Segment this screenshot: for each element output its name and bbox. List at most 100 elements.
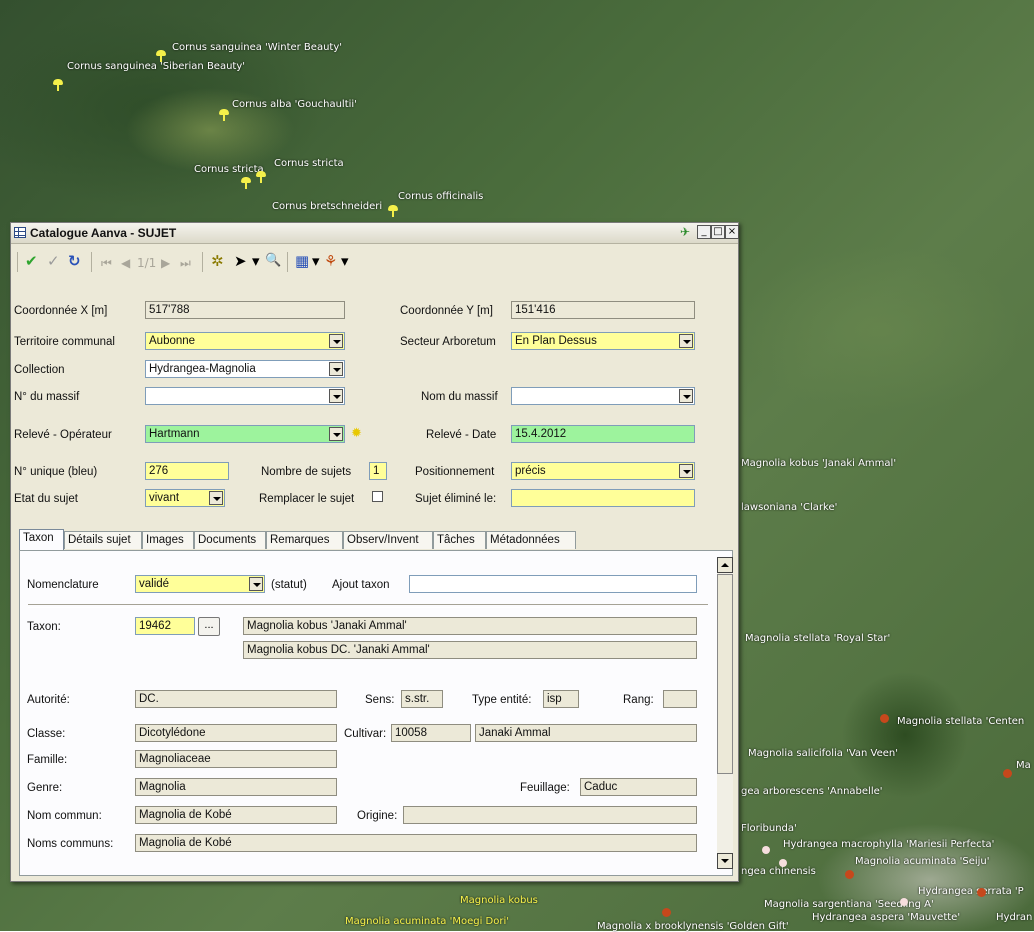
map-label[interactable]: Magnolia kobus 'Janaki Ammal'	[741, 458, 896, 469]
shrub-marker-icon[interactable]	[779, 859, 787, 867]
operateur-select[interactable]: Hartmann	[145, 425, 345, 443]
elimine-input[interactable]	[511, 489, 695, 507]
tab-taches[interactable]: Tâches	[433, 531, 486, 549]
map-label[interactable]: Magnolia stellata 'Centen	[897, 716, 1024, 727]
elimine-label: Sujet éliminé le:	[415, 493, 497, 505]
refresh-icon[interactable]: ↻	[68, 252, 81, 270]
next-record-icon[interactable]: ▶	[161, 254, 170, 272]
map-label[interactable]: Magnolia stellata 'Royal Star'	[745, 633, 890, 644]
tree-marker-icon[interactable]	[977, 888, 986, 897]
map-label[interactable]: lawsoniana 'Clarke'	[741, 502, 837, 513]
close-button[interactable]: ×	[725, 225, 739, 239]
remplacer-checkbox[interactable]	[372, 491, 383, 502]
tab-observ-invent[interactable]: Observ/Invent	[343, 531, 433, 549]
map-label[interactable]: Cornus bretschneideri	[272, 201, 382, 212]
print-icon[interactable]: ⚘	[324, 252, 337, 270]
massif-name-select[interactable]	[511, 387, 695, 405]
tab-documents[interactable]: Documents	[194, 531, 266, 549]
scroll-thumb[interactable]	[717, 574, 733, 774]
tab-images[interactable]: Images	[142, 531, 194, 549]
highlight-icon[interactable]: ✲	[211, 252, 224, 270]
nomenclature-select[interactable]: validé	[135, 575, 265, 593]
tree-marker-icon[interactable]	[156, 50, 166, 62]
map-label[interactable]: Magnolia acuminata 'Moegi Dori'	[345, 916, 509, 927]
map-label[interactable]: Cornus alba 'Gouchaultii'	[232, 99, 357, 110]
vertical-scrollbar[interactable]	[717, 557, 733, 869]
scroll-up-button[interactable]	[717, 557, 733, 573]
tab-metadonnees[interactable]: Métadonnées	[486, 531, 576, 549]
maximize-button[interactable]: □	[711, 225, 725, 239]
chevron-down-icon[interactable]	[679, 464, 693, 478]
chevron-down-icon[interactable]	[679, 334, 693, 348]
massif-number-select[interactable]	[145, 387, 345, 405]
map-label[interactable]: Magnolia acuminata 'Seiju'	[855, 856, 990, 867]
map-label[interactable]: Hydrangea macrophylla 'Mariesii Perfecta…	[783, 839, 994, 850]
chevron-down-icon[interactable]	[329, 362, 343, 376]
unique-number-input[interactable]: 276	[145, 462, 229, 480]
chevron-down-icon[interactable]	[249, 577, 263, 591]
map-label[interactable]: gea arborescens 'Annabelle'	[741, 786, 883, 797]
map-label[interactable]: Magnolia sargentiana 'Seedling A'	[764, 899, 934, 910]
tree-marker-icon[interactable]	[880, 714, 889, 723]
ajout-taxon-input[interactable]	[409, 575, 697, 593]
previous-record-icon[interactable]: ◀	[121, 254, 130, 272]
chevron-down-icon[interactable]	[329, 389, 343, 403]
chevron-down-icon[interactable]	[329, 334, 343, 348]
tab-details-sujet[interactable]: Détails sujet	[64, 531, 142, 549]
map-label[interactable]: Cornus stricta	[274, 158, 344, 169]
tree-marker-icon[interactable]	[53, 79, 63, 91]
tree-marker-icon[interactable]	[662, 908, 671, 917]
tree-marker-icon[interactable]	[845, 870, 854, 879]
tree-marker-icon[interactable]	[219, 109, 229, 121]
last-record-icon[interactable]: ⏭	[180, 254, 191, 272]
map-label[interactable]: Hydrangea serrata 'P	[918, 886, 1024, 897]
tab-remarques[interactable]: Remarques	[266, 531, 343, 549]
pointer-icon[interactable]: ➤	[234, 252, 247, 270]
chevron-down-icon[interactable]	[329, 427, 343, 441]
save-icon[interactable]: ✔	[25, 252, 38, 270]
map-label[interactable]: Hydrangea aspera 'Mauvette'	[812, 912, 960, 923]
first-record-icon[interactable]: ⏮	[101, 254, 112, 272]
pin-icon[interactable]: ✈	[680, 225, 690, 239]
tree-marker-icon[interactable]	[241, 177, 251, 189]
shrub-marker-icon[interactable]	[900, 898, 908, 906]
map-label[interactable]: Magnolia kobus	[460, 895, 538, 906]
origine-field	[403, 806, 697, 824]
chevron-down-icon[interactable]	[679, 389, 693, 403]
layout-icon[interactable]: ▦	[295, 252, 309, 270]
map-label[interactable]: Hydran	[996, 912, 1032, 923]
map-label[interactable]: Magnolia x brooklynensis 'Golden Gift'	[597, 921, 789, 932]
map-label[interactable]: ngea chinensis	[741, 866, 816, 877]
tree-marker-icon[interactable]	[388, 205, 398, 217]
scroll-down-button[interactable]	[717, 853, 733, 869]
tab-taxon[interactable]: Taxon	[19, 529, 64, 551]
secteur-select[interactable]: En Plan Dessus	[511, 332, 695, 350]
map-label[interactable]: Magnolia salicifolia 'Van Veen'	[748, 748, 898, 759]
map-label[interactable]: Cornus sanguinea 'Siberian Beauty'	[67, 61, 245, 72]
chevron-down-icon[interactable]: ▾	[312, 252, 320, 270]
tree-marker-icon[interactable]	[1003, 769, 1012, 778]
collection-select[interactable]: Hydrangea-Magnolia	[145, 360, 345, 378]
territoire-select[interactable]: Aubonne	[145, 332, 345, 350]
chevron-down-icon[interactable]: ▾	[252, 252, 260, 270]
map-label[interactable]: Cornus stricta	[194, 164, 264, 175]
minimize-button[interactable]: _	[697, 225, 711, 239]
map-label[interactable]: Floribunda'	[741, 823, 797, 834]
sun-icon[interactable]: ✹	[351, 425, 362, 441]
map-label[interactable]: Cornus officinalis	[398, 191, 483, 202]
map-label[interactable]: Ma	[1016, 760, 1031, 771]
map-label[interactable]: Cornus sanguinea 'Winter Beauty'	[172, 42, 342, 53]
shrub-marker-icon[interactable]	[762, 846, 770, 854]
taxon-id-input[interactable]: 19462	[135, 617, 195, 635]
chevron-down-icon[interactable]	[209, 491, 223, 505]
etat-select[interactable]: vivant	[145, 489, 225, 507]
title-bar[interactable]: Catalogue Aanva - SUJET ✈ _ □ ×	[11, 223, 739, 244]
positionnement-select[interactable]: précis	[511, 462, 695, 480]
browse-taxon-button[interactable]: ...	[198, 617, 220, 636]
tree-marker-icon[interactable]	[256, 171, 266, 183]
date-input[interactable]: 15.4.2012	[511, 425, 695, 443]
chevron-down-icon[interactable]: ▾	[341, 252, 349, 270]
nombre-sujets-input[interactable]: 1	[369, 462, 387, 480]
zoom-icon[interactable]: 🔍	[265, 252, 281, 270]
validate-icon[interactable]: ✓	[47, 252, 60, 270]
